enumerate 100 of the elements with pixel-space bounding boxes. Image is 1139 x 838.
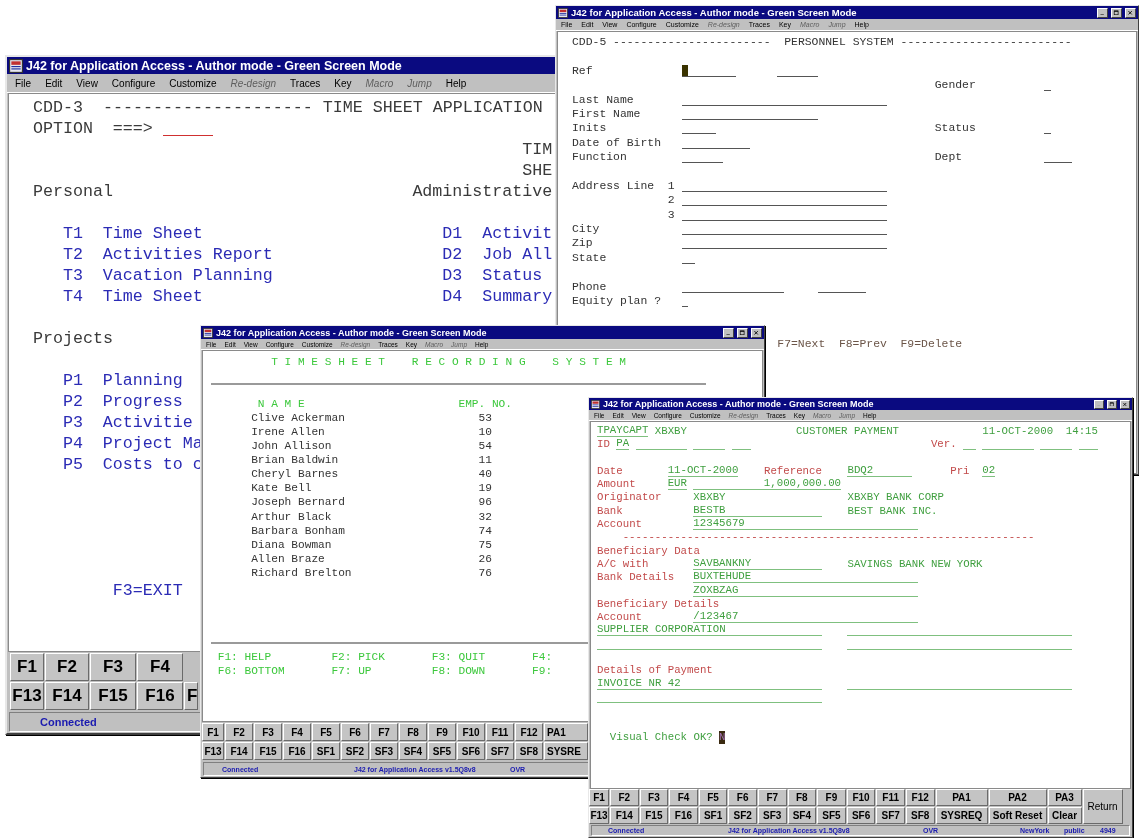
function-key[interactable]: F3	[90, 653, 136, 681]
close-button[interactable]	[1120, 399, 1130, 409]
function-key[interactable]: F4	[283, 723, 311, 741]
menu-item[interactable]: Help	[445, 77, 467, 89]
function-key[interactable]: SF7	[876, 807, 905, 824]
function-key[interactable]: F13	[10, 682, 44, 710]
function-key[interactable]: F11	[486, 723, 514, 741]
input-field[interactable]: 02	[982, 464, 996, 477]
function-key[interactable]: F14	[45, 682, 89, 710]
function-key[interactable]: F1	[202, 723, 224, 741]
function-key[interactable]: F16	[283, 742, 311, 760]
function-key[interactable]: F15	[254, 742, 282, 760]
function-key[interactable]: F7	[757, 789, 787, 806]
function-key[interactable]: F12	[905, 789, 935, 806]
function-key[interactable]: F8	[399, 723, 427, 741]
function-key[interactable]: SF8	[515, 742, 543, 760]
function-key[interactable]: F2	[225, 723, 253, 741]
menu-item[interactable]: Key	[334, 77, 352, 89]
function-key[interactable]: F5	[698, 789, 728, 806]
function-key[interactable]: F5	[312, 723, 340, 741]
function-key[interactable]: F3	[254, 723, 282, 741]
input-field[interactable]: 11-OCT-2000	[667, 464, 739, 477]
function-key[interactable]: SF5	[428, 742, 456, 760]
close-button[interactable]	[1125, 7, 1136, 18]
menu-item[interactable]: Edit	[45, 77, 63, 89]
function-key[interactable]: Clear	[1047, 807, 1082, 824]
menu-item[interactable]: View	[76, 77, 98, 89]
function-key[interactable]: SF7	[486, 742, 514, 760]
menu-item[interactable]: Configure	[111, 77, 156, 89]
input-field[interactable]: N	[719, 730, 726, 745]
function-key[interactable]: SF8	[905, 807, 935, 824]
function-key[interactable]: F2	[45, 653, 89, 681]
function-key[interactable]: PA1	[544, 723, 588, 741]
function-key[interactable]: SF1	[312, 742, 340, 760]
function-key[interactable]: F8	[787, 789, 817, 806]
function-key[interactable]: PA2	[988, 789, 1047, 806]
function-key[interactable]: PA1	[935, 789, 988, 806]
function-key[interactable]: F4	[669, 789, 698, 806]
function-key[interactable]: F7	[370, 723, 398, 741]
function-key[interactable]: F4	[137, 653, 183, 681]
function-key[interactable]: F2	[610, 789, 639, 806]
function-key[interactable]: SF6	[846, 807, 876, 824]
function-key[interactable]: F9	[817, 789, 846, 806]
function-key[interactable]: F1	[589, 789, 609, 806]
close-button[interactable]	[751, 327, 762, 338]
function-key[interactable]: SF6	[457, 742, 485, 760]
maximize-button[interactable]	[1107, 399, 1117, 409]
input-field[interactable]: BESTB	[693, 504, 822, 517]
input-field[interactable]: SAVBANKNY	[693, 557, 822, 570]
input-field[interactable]: ZOXBZAG	[693, 584, 919, 597]
function-key[interactable]: F11	[876, 789, 905, 806]
function-key[interactable]: F9	[428, 723, 456, 741]
function-key[interactable]: SF3	[370, 742, 398, 760]
minimize-button[interactable]	[723, 327, 734, 338]
function-key[interactable]: F12	[515, 723, 543, 741]
function-key[interactable]: F14	[610, 807, 639, 824]
function-key[interactable]: SF5	[817, 807, 846, 824]
input-field[interactable]: BUXTEHUDE	[693, 571, 919, 584]
function-key[interactable]: SF4	[399, 742, 427, 760]
function-key[interactable]: F13	[202, 742, 224, 760]
function-key[interactable]: F	[184, 682, 198, 710]
menu-item[interactable]: Customize	[169, 77, 217, 89]
input-field[interactable]: SUPPLIER CORPORATION	[597, 624, 822, 637]
input-field[interactable]: 12345679	[693, 518, 919, 531]
function-key[interactable]: SYSREQ	[935, 807, 988, 824]
function-key[interactable]: SF1	[698, 807, 728, 824]
input-field[interactable]	[681, 63, 737, 77]
menu-item[interactable]: File	[15, 77, 32, 89]
input-field[interactable]: 1,000,000.00	[693, 478, 842, 491]
function-key[interactable]: Soft Reset	[988, 807, 1047, 824]
function-key[interactable]: SF4	[787, 807, 817, 824]
input-field[interactable]: TPAYCAPT	[597, 425, 649, 437]
input-field[interactable]: EUR	[667, 478, 687, 491]
function-key[interactable]: F3	[639, 789, 669, 806]
function-key[interactable]: F14	[225, 742, 253, 760]
return-key[interactable]: Return	[1082, 789, 1123, 824]
function-key[interactable]: F16	[669, 807, 698, 824]
function-key[interactable]: SYSRE	[544, 742, 588, 760]
function-key[interactable]: F15	[639, 807, 669, 824]
minimize-button[interactable]	[1094, 399, 1104, 409]
menu-item[interactable]: Traces	[290, 77, 321, 89]
function-key[interactable]: F10	[846, 789, 876, 806]
function-key[interactable]: F6	[728, 789, 757, 806]
input-field[interactable]: PA	[616, 438, 630, 451]
function-key[interactable]: F16	[137, 682, 183, 710]
maximize-button[interactable]	[737, 327, 748, 338]
function-key[interactable]: SF2	[728, 807, 757, 824]
function-key[interactable]: SF3	[757, 807, 787, 824]
input-field[interactable]: BDQ2	[847, 464, 912, 477]
input-field[interactable]: /123467	[693, 611, 919, 624]
input-field[interactable]: INVOICE NR 42	[597, 677, 822, 690]
function-key[interactable]: PA3	[1047, 789, 1082, 806]
minimize-button[interactable]	[1097, 7, 1108, 18]
function-key[interactable]: F10	[457, 723, 485, 741]
function-key[interactable]: F1	[10, 653, 44, 681]
function-key[interactable]: F6	[341, 723, 369, 741]
function-key[interactable]: SF2	[341, 742, 369, 760]
function-key[interactable]: F15	[90, 682, 136, 710]
function-key[interactable]: F13	[589, 807, 609, 824]
maximize-button[interactable]	[1111, 7, 1122, 18]
